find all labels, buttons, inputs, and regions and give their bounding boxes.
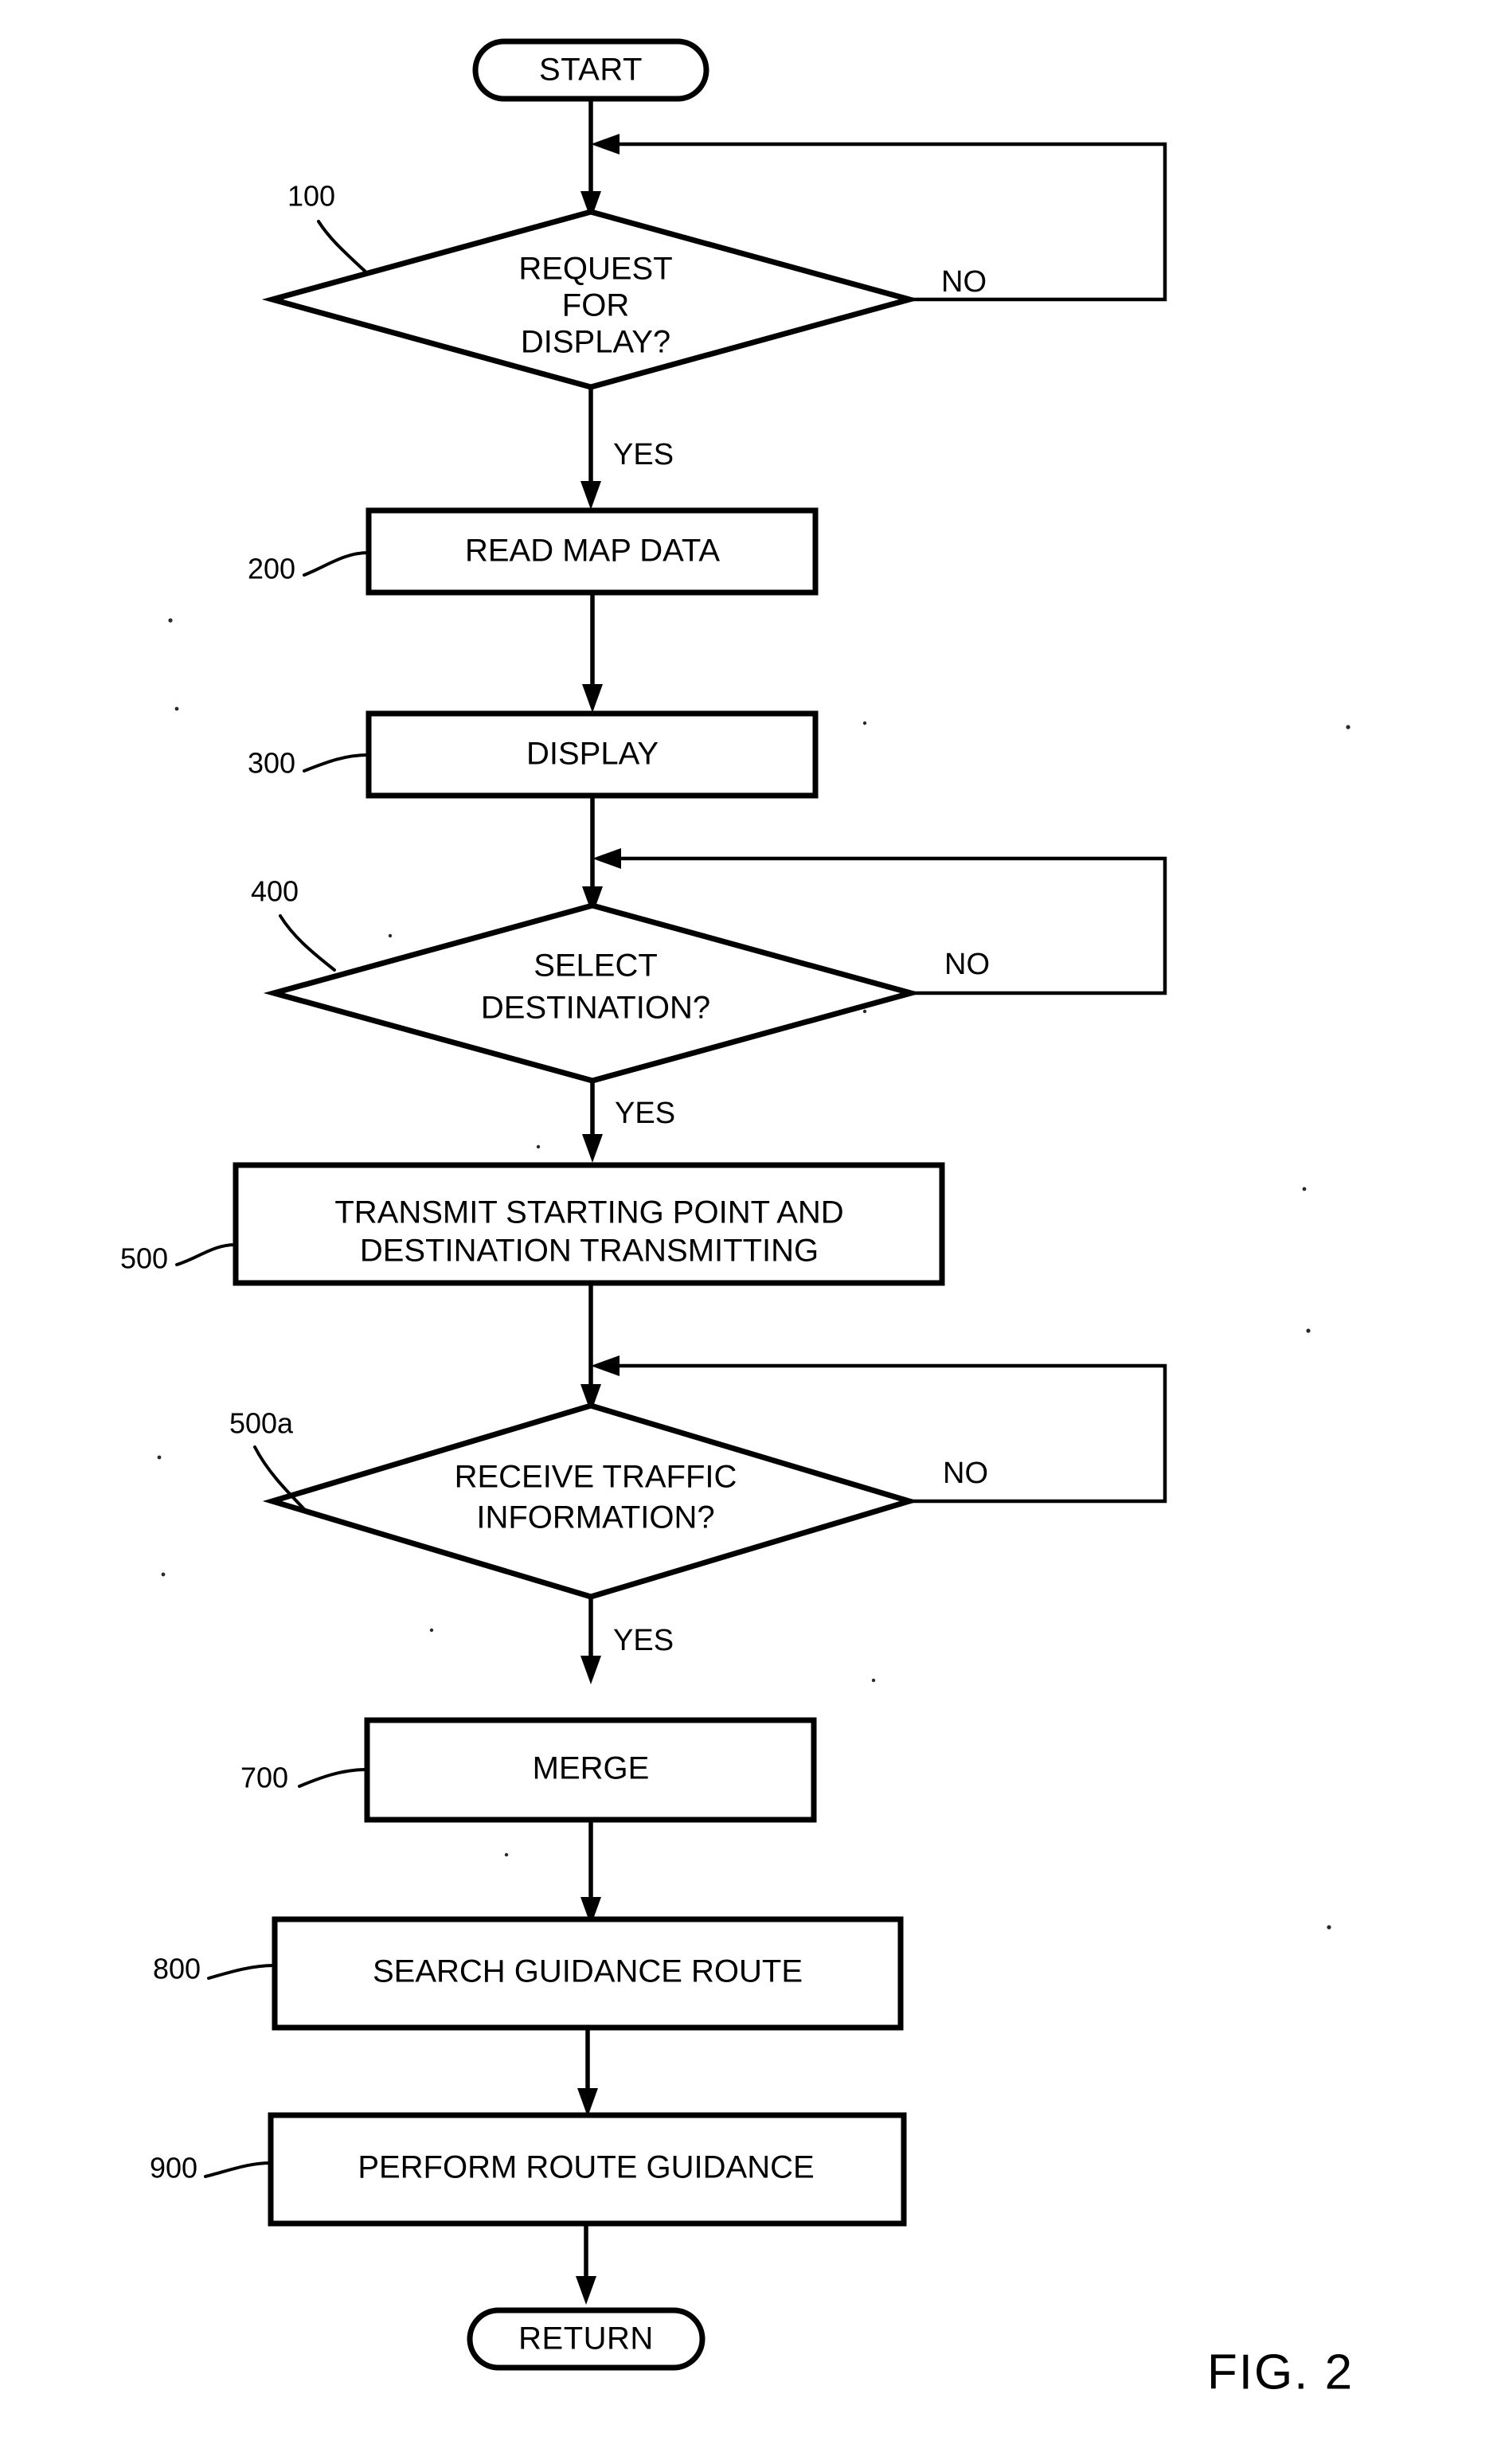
decision-100-label-line2: FOR (562, 288, 629, 323)
reference-numeral-500: 500 (120, 1242, 236, 1275)
decision-100-label-line1: REQUEST (518, 252, 672, 287)
box-500-label-line1: TRANSMIT STARTING POINT AND (334, 1195, 843, 1230)
ref-400-text: 400 (251, 875, 299, 908)
node-process-read-map-data: READ MAP DATA (365, 507, 819, 596)
reference-numeral-300: 300 (248, 747, 369, 780)
reference-numeral-900: 900 (150, 2152, 272, 2184)
connector-200-to-300 (582, 593, 603, 713)
ref-100-leader-line (317, 220, 369, 275)
ref-500-text: 500 (120, 1242, 168, 1275)
arrow-left-icon (591, 1355, 620, 1376)
ref-200-leader-line (303, 551, 369, 577)
no-400-label: NO (944, 948, 990, 981)
node-process-merge: MERGE (364, 1717, 817, 1823)
reference-numeral-200: 200 (248, 551, 369, 585)
connector-start-to-decision100 (580, 99, 601, 220)
start-terminal-label: START (539, 53, 643, 88)
ref-300-text: 300 (248, 747, 295, 780)
return-terminal-label: RETURN (518, 2321, 654, 2356)
ref-700-text: 700 (240, 1762, 288, 1794)
yes-100-label: YES (613, 438, 674, 471)
ref-700-leader-line (298, 1768, 368, 1788)
arrow-down-icon (576, 2276, 596, 2305)
node-process-search-guidance-route: SEARCH GUIDANCE ROUTE (272, 1916, 904, 2031)
branch-yes-decision400: YES (582, 1081, 675, 1163)
box-700-label: MERGE (533, 1751, 650, 1786)
decision-500a-label-line1: RECEIVE TRAFFIC (455, 1460, 737, 1495)
node-decision-select-destination: SELECT DESTINATION? (263, 902, 922, 1084)
no-100-label: NO (941, 265, 987, 299)
box-500-label-line2: DESTINATION TRANSMITTING (360, 1234, 819, 1269)
ref-900-text: 900 (150, 2152, 197, 2184)
node-decision-receive-traffic: RECEIVE TRAFFIC INFORMATION? (262, 1402, 920, 1600)
flowchart-diagram: START REQUEST FOR DISPLAY? 100 NO YES RE… (120, 38, 1354, 2399)
node-start: START (472, 38, 709, 102)
decision-500a-label-line2: INFORMATION? (476, 1500, 714, 1535)
box-900-label: PERFORM ROUTE GUIDANCE (358, 2150, 814, 2185)
connector-500-to-decision500a (580, 1283, 601, 1413)
arrow-left-icon (591, 134, 620, 154)
decision-400-label-line1: SELECT (534, 948, 658, 984)
node-process-perform-route-guidance: PERFORM ROUTE GUIDANCE (268, 2112, 907, 2227)
node-decision-request-display: REQUEST FOR DISPLAY? (261, 209, 921, 390)
box-200-label: READ MAP DATA (465, 534, 720, 569)
ref-100-text: 100 (287, 180, 335, 213)
figure-caption: FIG. 2 (1207, 2345, 1354, 2399)
arrow-down-icon (582, 684, 603, 713)
decision-100-label-line3: DISPLAY? (521, 325, 670, 360)
connector-800-to-900 (577, 2028, 598, 2117)
node-process-transmit: TRANSMIT STARTING POINT AND DESTINATION … (233, 1162, 945, 1286)
reference-numeral-800: 800 (153, 1953, 276, 1985)
ref-400-leader-line (279, 914, 336, 972)
node-process-display: DISPLAY (365, 710, 819, 799)
connector-300-to-decision400 (582, 796, 603, 915)
reference-numeral-700: 700 (240, 1762, 368, 1794)
ref-200-text: 200 (248, 553, 295, 585)
yes-400-label: YES (615, 1097, 675, 1130)
yes-500a-label: YES (613, 1624, 674, 1657)
figure-root: START REQUEST FOR DISPLAY? 100 NO YES RE… (0, 0, 1501, 2464)
ref-800-text: 800 (153, 1953, 201, 1985)
arrow-down-icon (580, 481, 601, 510)
ref-300-leader-line (303, 753, 369, 772)
connector-700-to-800 (580, 1820, 601, 1926)
decision-400-label-line2: DESTINATION? (481, 991, 710, 1026)
no-500a-label: NO (943, 1457, 988, 1490)
connector-900-to-return (576, 2223, 596, 2305)
arrow-down-icon (580, 1656, 601, 1684)
node-return: RETURN (467, 2307, 706, 2371)
arrow-down-icon (582, 1134, 603, 1163)
reference-numeral-400: 400 (251, 875, 336, 972)
arrow-left-icon (592, 848, 621, 869)
box-300-label: DISPLAY (526, 737, 659, 772)
ref-900-leader-line (204, 2161, 272, 2178)
branch-yes-decision500a: YES (580, 1597, 674, 1684)
ref-800-leader-line (207, 1964, 276, 1980)
box-800-label: SEARCH GUIDANCE ROUTE (373, 1954, 803, 1989)
ref-500-leader-line (175, 1243, 236, 1266)
reference-numeral-100: 100 (287, 180, 369, 275)
ref-500a-text: 500a (229, 1407, 294, 1440)
branch-yes-decision100: YES (580, 387, 674, 510)
